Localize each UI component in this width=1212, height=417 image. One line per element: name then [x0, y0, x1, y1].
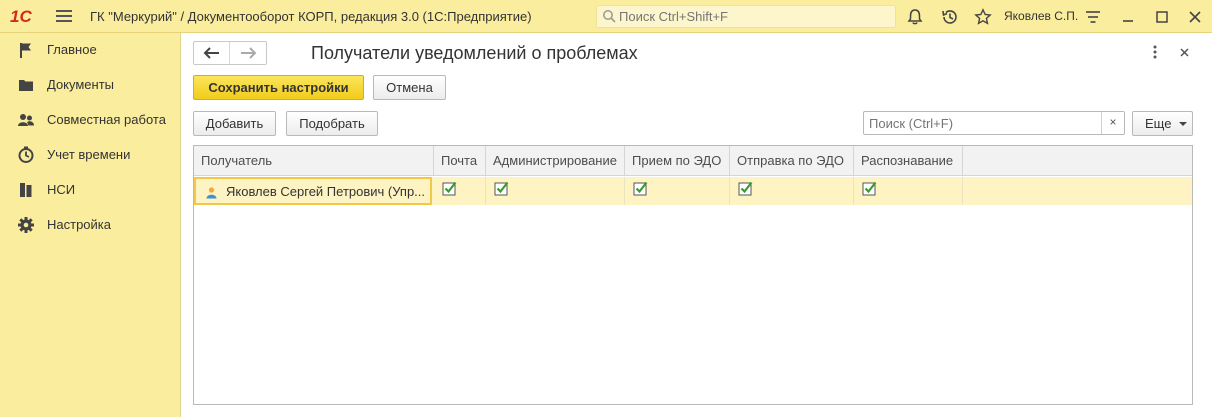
flag-icon	[20, 43, 31, 58]
checkbox-checked-icon[interactable]	[494, 180, 510, 196]
sidebar-item-label: Главное	[47, 42, 97, 57]
sidebar-item-label: Документы	[47, 77, 115, 92]
cell-edo-in[interactable]	[625, 177, 730, 205]
arrow-left-icon	[203, 47, 219, 59]
cancel-button[interactable]: Отмена	[373, 75, 446, 100]
sidebar: Главное Документы Совместная работа Учет…	[0, 33, 180, 417]
sidebar-item-collaboration[interactable]: Совместная работа	[0, 105, 180, 135]
title-bar: 1С ГК "Меркурий" / Документооборот КОРП,…	[0, 0, 1212, 33]
sidebar-item-label: Настройка	[47, 217, 111, 232]
books-icon	[20, 183, 32, 197]
search-input[interactable]	[867, 114, 1097, 132]
folder-icon	[19, 80, 33, 91]
column-header-edo-out[interactable]: Отправка по ЭДО	[730, 146, 854, 176]
column-header-admin[interactable]: Администрирование	[486, 146, 625, 176]
close-icon[interactable]	[1186, 8, 1204, 26]
star-icon[interactable]	[974, 8, 992, 26]
back-button[interactable]	[194, 42, 230, 64]
user-icon	[206, 187, 217, 199]
sidebar-item-label: Совместная работа	[47, 112, 166, 127]
sidebar-item-main[interactable]: Главное	[0, 35, 180, 65]
search-icon	[603, 10, 616, 23]
cell-admin[interactable]	[486, 177, 625, 205]
clock-icon	[18, 146, 34, 163]
page-title: Получатели уведомлений о проблемах	[311, 43, 638, 63]
column-header-recognition[interactable]: Распознавание	[854, 146, 963, 176]
more-actions-label: Еще	[1145, 116, 1172, 131]
save-settings-button[interactable]: Сохранить настройки	[193, 75, 364, 100]
current-user[interactable]: Яковлев С.П.	[1004, 9, 1078, 23]
checkbox-checked-icon[interactable]	[862, 180, 878, 196]
minimize-icon[interactable]	[1119, 8, 1137, 26]
form-close-icon[interactable]	[1177, 44, 1193, 60]
maximize-icon[interactable]	[1153, 8, 1171, 26]
cell-recipient[interactable]: Яковлев Сергей Петрович (Упр...	[194, 177, 432, 205]
form-panel: Получатели уведомлений о проблемах Сохра…	[180, 33, 1212, 417]
column-header-mail[interactable]: Почта	[434, 146, 486, 176]
people-icon	[18, 114, 34, 126]
more-vertical-icon[interactable]	[1149, 44, 1161, 60]
global-search-field[interactable]	[617, 7, 887, 26]
menu-icon[interactable]	[56, 10, 72, 22]
chevron-down-icon	[1179, 122, 1187, 126]
clear-search-button[interactable]: ×	[1101, 112, 1124, 134]
arrow-right-icon	[241, 47, 257, 59]
navigation-buttons	[193, 41, 267, 65]
settings-lines-icon[interactable]	[1084, 8, 1102, 26]
checkbox-checked-icon[interactable]	[442, 180, 458, 196]
cell-mail[interactable]	[434, 177, 486, 205]
recipients-table: Получатель Почта Администрирование Прием…	[193, 145, 1193, 405]
sidebar-item-documents[interactable]: Документы	[0, 70, 180, 100]
app-title: ГК "Меркурий" / Документооборот КОРП, ре…	[90, 9, 532, 24]
gear-icon	[18, 217, 34, 233]
forward-button[interactable]	[231, 42, 267, 64]
checkbox-checked-icon[interactable]	[633, 180, 649, 196]
cell-recognition[interactable]	[854, 177, 963, 205]
column-header-recipient[interactable]: Получатель	[194, 146, 434, 176]
sidebar-item-label: Учет времени	[47, 147, 131, 162]
more-actions-button[interactable]: Еще	[1132, 111, 1193, 136]
app-logo[interactable]: 1С	[10, 7, 32, 27]
table-header: Получатель Почта Администрирование Прием…	[194, 146, 1192, 176]
add-button[interactable]: Добавить	[193, 111, 276, 136]
bell-icon[interactable]	[906, 8, 924, 26]
pick-button[interactable]: Подобрать	[286, 111, 378, 136]
cell-edo-out[interactable]	[730, 177, 854, 205]
history-icon[interactable]	[941, 8, 959, 26]
column-header-edo-in[interactable]: Прием по ЭДО	[625, 146, 730, 176]
sidebar-item-time-tracking[interactable]: Учет времени	[0, 140, 180, 170]
table-row[interactable]: Яковлев Сергей Петрович (Упр...	[194, 177, 1192, 205]
sidebar-item-settings[interactable]: Настройка	[0, 210, 180, 240]
global-search-input[interactable]	[596, 5, 896, 28]
sidebar-item-label: НСИ	[47, 182, 76, 197]
recipient-name: Яковлев Сергей Петрович (Упр...	[226, 184, 426, 199]
checkbox-checked-icon[interactable]	[738, 180, 754, 196]
list-search: ×	[863, 111, 1125, 135]
sidebar-item-nsi[interactable]: НСИ	[0, 175, 180, 205]
